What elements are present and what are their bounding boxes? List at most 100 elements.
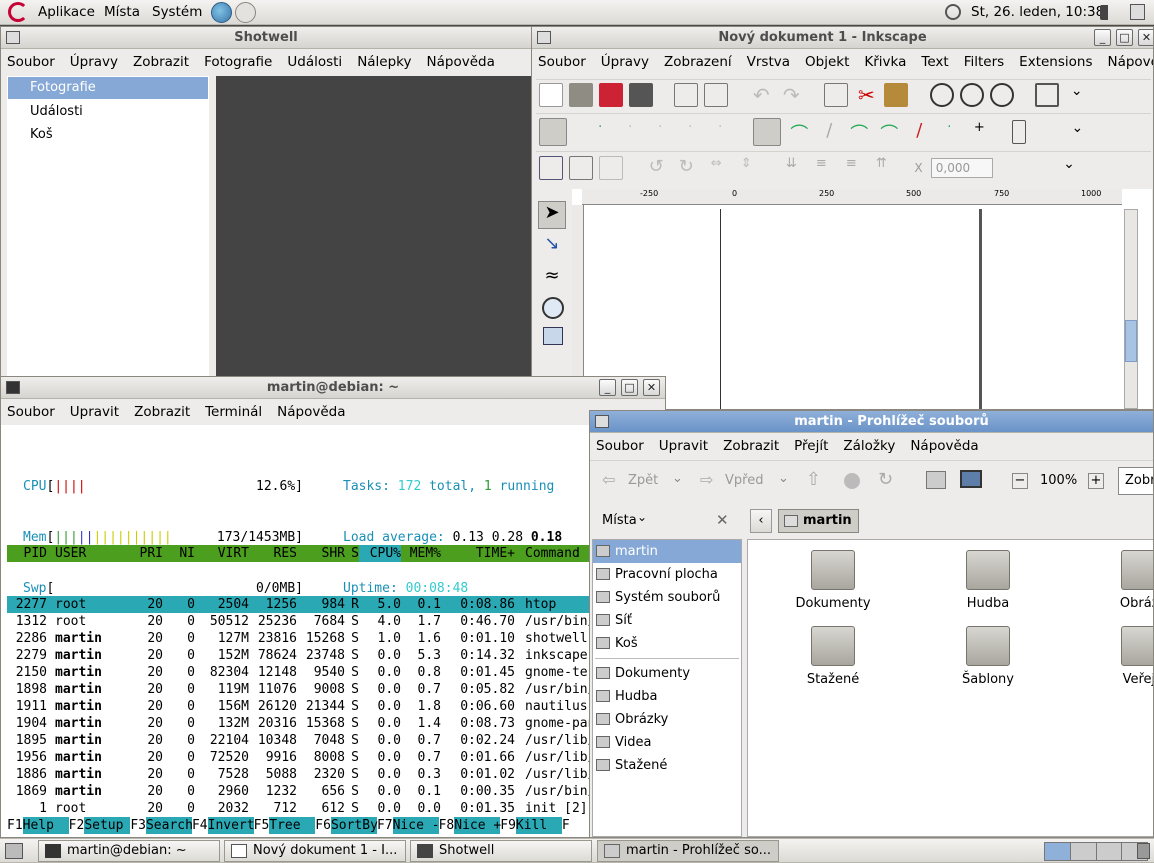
lower-bottom-icon[interactable]: ⇊ [779,156,803,180]
sidebar-item-place[interactable]: Koš [593,632,741,655]
view-selector[interactable]: Zobr [1118,467,1153,495]
node-tool-icon[interactable] [539,118,567,146]
table-row[interactable]: 2150 martin 20 0 82304 12148 9540 S 0.0 0.8 0:01.4… [7,664,591,681]
menu-item[interactable]: Upravit [659,438,708,454]
stop-icon[interactable] [844,473,860,489]
close-sidebar-icon[interactable]: ✕ [716,511,729,529]
function-key[interactable]: F9 [500,818,516,833]
symmetric-node-icon[interactable]: / [817,120,841,144]
copy-icon[interactable] [824,83,849,107]
insert-node-icon[interactable]: · [588,120,612,144]
table-row[interactable]: 2279 martin 20 0 152M 78624 23748 S 0.0 5.3 0:14.3… [7,647,591,664]
back-arrow-icon[interactable]: ⇦ [602,470,615,489]
menu-item[interactable]: Filters [964,54,1004,70]
close-button[interactable]: ✕ [643,379,660,396]
cusp-node-icon[interactable] [753,118,782,146]
export-icon[interactable] [704,83,729,107]
function-key[interactable]: F6 [315,818,331,833]
minimize-button[interactable]: _ [599,379,616,396]
function-key-label[interactable]: Invert [207,817,255,834]
menu-item[interactable]: Zobrazení [664,54,732,70]
maximize-button[interactable]: □ [1116,29,1133,46]
join-segment-icon[interactable]: · [708,120,732,144]
sidebar-item-place[interactable]: Systém souborů [593,586,741,609]
taskbar-inkscape[interactable]: Nový dokument 1 - I... [224,840,406,862]
sidebar-item-trash[interactable]: Koš [7,123,209,146]
sidebar-item-bookmark[interactable]: Hudba [593,685,741,708]
smooth-node-icon[interactable]: ⌒ [787,120,811,145]
maximize-button[interactable]: □ [621,379,638,396]
selector-tool-icon[interactable]: ➤ [538,201,566,229]
function-key-label[interactable]: Nice - [392,817,440,834]
rotate-ccw-icon[interactable]: ↺ [644,156,668,180]
snap-icon[interactable] [539,156,563,180]
table-row[interactable]: 2286 martin 20 0 127M 23816 15268 S 1.0 1.6 0:01.1… [7,630,591,647]
print-icon[interactable] [629,83,653,107]
sidebar-item-place[interactable]: martin [593,540,741,563]
web-browser-icon[interactable] [211,2,232,23]
trash-applet-icon[interactable] [1137,843,1150,859]
home-icon[interactable] [926,471,946,489]
inkscape-titlebar[interactable]: Nový dokument 1 - Inkscape _ □ ✕ [532,27,1153,49]
file-item[interactable]: Hudba [943,550,1033,611]
workspace-1[interactable] [1045,843,1071,860]
reload-icon[interactable]: ↻ [878,469,893,490]
sidebar-item-place[interactable]: Pracovní plocha [593,563,741,586]
workspace-switcher[interactable] [1044,842,1148,861]
debian-logo-icon[interactable] [8,2,28,22]
zoom-drawing-icon[interactable] [959,83,984,107]
x-coordinate-input[interactable]: 0,000 [930,158,993,178]
sidebar-item-photos[interactable]: Fotografie [8,77,208,99]
menu-item[interactable]: Záložky [843,438,895,454]
sidebar-item-events[interactable]: Události [7,100,209,123]
file-item[interactable]: Šablony [943,626,1033,687]
sidebar-item-bookmark[interactable]: Dokumenty [593,662,741,685]
function-key[interactable]: F2 [69,818,85,833]
column-header[interactable]: CPU% [359,545,401,562]
menu-places[interactable]: Místa [104,4,140,20]
stroke-to-path-icon[interactable]: + [967,120,991,144]
close-button[interactable]: ✕ [1138,29,1153,46]
nautilus-titlebar[interactable]: martin - Prohlížeč souborů [590,411,1153,433]
table-row[interactable]: 1312 root 20 0 50512 25236 7684 S 4.0 1.7 0:46.70 /… [7,613,591,630]
table-row[interactable]: 2277 root 20 0 2504 1256 984 R 5.0 0.1 0:08.86 htop [7,596,591,613]
function-key-label[interactable]: Nice + [454,817,501,834]
back-button[interactable]: Zpět [628,473,658,488]
open-icon[interactable] [569,83,593,107]
menu-item[interactable]: Fotografie [204,54,272,70]
column-header[interactable]: PRI [117,545,163,562]
function-key[interactable]: F [562,818,570,833]
menu-item[interactable]: Zobrazit [133,54,189,70]
table-row[interactable]: 1886 martin 20 0 7528 5088 2320 S 0.0 0.3 0:01.02 /… [7,766,591,783]
email-icon[interactable] [235,2,256,23]
table-row[interactable]: 1895 martin 20 0 22104 10348 7048 S 0.0 0.7 0:02.2… [7,732,591,749]
table-row[interactable]: 1911 martin 20 0 156M 26120 21344 S 0.0 1.8 0:06.6… [7,698,591,715]
function-key[interactable]: F4 [192,818,208,833]
ruler-horizontal[interactable]: -250 0 250 500 750 1000 [582,189,1122,205]
delete-node-icon[interactable]: · [618,120,642,144]
segment-line-icon[interactable]: ⌒ [877,120,901,145]
import-icon[interactable] [674,83,699,107]
menu-item[interactable]: Soubor [538,54,586,70]
new-document-icon[interactable] [539,83,563,107]
zoom-in-button[interactable]: + [1088,473,1104,489]
cut-icon[interactable]: ✂ [854,83,878,107]
menu-item[interactable]: Zobrazit [723,438,779,454]
column-header[interactable]: PID [7,545,47,562]
menu-item[interactable]: Soubor [7,54,55,70]
search-icon[interactable] [945,4,961,20]
menu-item[interactable]: Zobrazit [134,404,190,420]
auto-smooth-icon[interactable]: ⌒ [847,120,871,145]
file-item[interactable]: Obrázk [1098,550,1153,611]
lower-icon[interactable]: ≡ [809,156,833,180]
function-key[interactable]: F1 [7,818,23,833]
location-button-martin[interactable]: martin [778,509,859,533]
function-key-label[interactable]: Help [22,817,69,834]
chevron-down-icon[interactable]: ⌄ [1065,120,1089,144]
table-row[interactable]: 1956 martin 20 0 72520 9916 8008 S 0.0 0.7 0:01.66… [7,749,591,766]
menu-item[interactable]: Křivka [864,54,906,70]
sidebar-item-place[interactable]: Síť [593,609,741,632]
places-dropdown[interactable]: Místa [602,513,637,528]
menu-item[interactable]: Nálepky [357,54,411,70]
workspace-3[interactable] [1096,843,1123,860]
